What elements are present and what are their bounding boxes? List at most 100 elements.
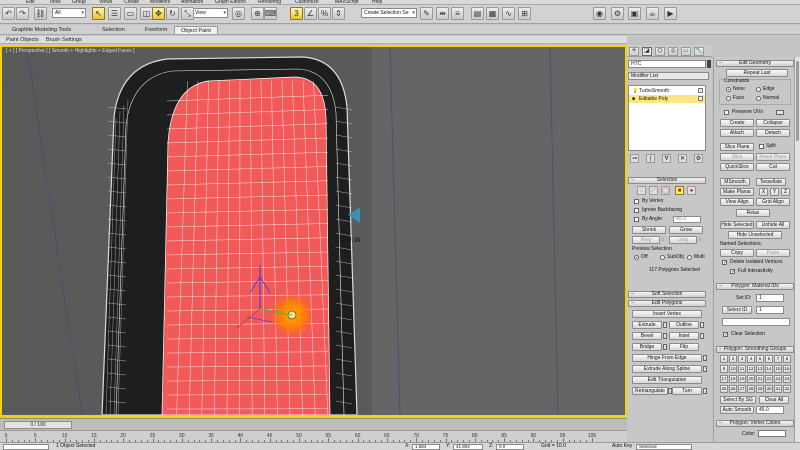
y-coordinate-field[interactable]: 41.804 (453, 444, 483, 450)
select-by-name-icon[interactable]: ☰ (108, 7, 121, 20)
soft-selection-rollout-header[interactable]: − Soft Selection (628, 291, 706, 298)
render-iterative-icon[interactable]: ▶ (664, 7, 677, 20)
curve-editor-icon[interactable]: ∿ (502, 7, 515, 20)
stack-item-1[interactable]: ■ Editable Poly (629, 95, 705, 103)
smoothing-group-10[interactable]: 10 (729, 365, 737, 373)
planar-z-button[interactable]: Z (781, 188, 790, 196)
snaps-toggle-icon[interactable]: 3 (290, 7, 303, 20)
collapse-icon[interactable]: − (719, 61, 722, 66)
hide-unselected-button[interactable]: Hide Unselected (728, 231, 782, 239)
attach-button[interactable]: Attach (720, 129, 754, 137)
constraint-normal-radio[interactable] (756, 96, 761, 101)
quickslice-button[interactable]: QuickSlice (720, 163, 754, 171)
smoothing-group-20[interactable]: 20 (747, 375, 755, 383)
edit-triangulation-button[interactable]: Edit Triangulation (632, 376, 702, 384)
rendered-frame-icon[interactable]: ▣ (628, 7, 641, 20)
settings-icon[interactable] (663, 322, 667, 328)
select-object-icon[interactable]: ↖ (92, 7, 105, 20)
preview-off-radio[interactable] (634, 255, 639, 260)
preview-subobj-radio[interactable] (660, 255, 665, 260)
cut-button[interactable]: Cut (756, 163, 790, 171)
by-vertex-checkbox[interactable] (634, 199, 639, 204)
angle-snap-icon[interactable]: ∠ (304, 7, 317, 20)
by-angle-checkbox[interactable] (634, 217, 639, 222)
smoothing-group-16[interactable]: 16 (783, 365, 791, 373)
time-slider-bar[interactable]: 0 / 100 (0, 418, 627, 430)
smoothing-group-2[interactable]: 2 (729, 355, 737, 363)
display-tab-icon[interactable]: ▭ (681, 47, 691, 56)
collapse-icon[interactable]: − (631, 292, 634, 297)
time-slider[interactable]: 0 / 100 (4, 421, 72, 429)
smoothing-group-12[interactable]: 12 (747, 365, 755, 373)
keyboard-shortcut-icon[interactable]: ⌨ (264, 7, 277, 20)
repeat-last-button[interactable]: Repeat Last (726, 69, 788, 77)
material-name-dropdown[interactable] (722, 318, 790, 326)
insert-vertex-button[interactable]: Insert Vertex (632, 310, 702, 318)
show-end-result-icon[interactable]: | (646, 154, 655, 163)
preserve-uvs-checkbox[interactable] (724, 110, 729, 115)
clear-all-button[interactable]: Clear All (759, 396, 789, 404)
select-id-spinner[interactable]: 1 (756, 306, 784, 314)
render-setup-icon[interactable]: ⚙ (611, 7, 624, 20)
expand-icon[interactable] (698, 88, 703, 93)
auto-smooth-button[interactable]: Auto Smooth (720, 406, 754, 414)
create-button[interactable]: Create (720, 119, 754, 127)
smoothing-group-13[interactable]: 13 (756, 365, 764, 373)
move-icon[interactable]: ✥ (152, 7, 165, 20)
render-production-icon[interactable]: ☕ (646, 7, 659, 20)
delete-isolated-checkbox[interactable]: ✓ (722, 260, 727, 266)
collapse-icon[interactable]: − (719, 284, 722, 289)
smoothing-group-32[interactable]: 32 (783, 385, 791, 393)
selection-rollout-header[interactable]: − Selection (628, 177, 706, 184)
smoothing-group-21[interactable]: 21 (756, 375, 764, 383)
smoothing-group-26[interactable]: 26 (729, 385, 737, 393)
command-panel-scrollbar[interactable] (794, 57, 800, 442)
settings-icon[interactable] (703, 388, 707, 394)
preview-multi-radio[interactable] (687, 255, 692, 260)
smoothing-group-31[interactable]: 31 (774, 385, 782, 393)
settings-icon[interactable] (700, 322, 704, 328)
constraint-edge-radio[interactable] (756, 87, 761, 92)
vertex-icon[interactable]: ∴ (637, 186, 646, 195)
smoothing-group-11[interactable]: 11 (738, 365, 746, 373)
pivot-center-icon[interactable]: ◎ (232, 7, 245, 20)
x-coordinate-field[interactable]: 1.584 (412, 444, 440, 450)
grow-button[interactable]: Grow (669, 226, 703, 234)
spinner-snap-icon[interactable]: ⇕ (332, 7, 345, 20)
planar-x-button[interactable]: X (759, 188, 768, 196)
expand-icon[interactable] (698, 96, 703, 101)
ribbon-subtab-1[interactable]: Brush Settings (46, 36, 82, 44)
angle-spinner[interactable]: 45.0 (673, 216, 701, 223)
ribbon-tab-0[interactable]: Graphite Modeling Tools (6, 26, 77, 34)
smoothing-group-23[interactable]: 23 (774, 375, 782, 383)
undo-icon[interactable]: ↶ (2, 7, 15, 20)
full-interactivity-checkbox[interactable]: ✓ (730, 269, 735, 275)
collapse-icon[interactable]: − (719, 347, 722, 352)
modifier-toggle-icon[interactable]: 💡 (632, 88, 638, 94)
motion-tab-icon[interactable]: ◎ (668, 47, 678, 56)
tessellate-button[interactable]: Tessellate (756, 178, 786, 186)
schematic-view-icon[interactable]: ⊞ (518, 7, 531, 20)
grid-align-button[interactable]: Grid Align (756, 198, 790, 206)
smoothing-group-28[interactable]: 28 (747, 385, 755, 393)
named-selection-set-field[interactable]: Create Selection Se (361, 8, 417, 18)
smoothing-group-30[interactable]: 30 (765, 385, 773, 393)
smoothing-group-29[interactable]: 29 (756, 385, 764, 393)
outline-button[interactable]: Outline (669, 321, 699, 329)
z-coordinate-field[interactable]: 0.0 (496, 444, 524, 450)
modifier-list-dropdown[interactable]: Modifier List (628, 72, 709, 80)
smoothing-group-6[interactable]: 6 (765, 355, 773, 363)
auto-key-mode-dropdown[interactable]: Selected (636, 444, 692, 450)
track-bar[interactable]: 0 5 10 15 20 25 30 35 40 45 50 55 60 65 70 75 80 85 90 95 10… (0, 430, 627, 442)
smoothing-group-15[interactable]: 15 (774, 365, 782, 373)
edit-geometry-rollout-header[interactable]: − Edit Geometry (716, 60, 794, 67)
align-icon[interactable]: ≡ (451, 7, 464, 20)
layer-manager-icon[interactable]: ▤ (471, 7, 484, 20)
configure-sets-icon[interactable]: ⚙ (694, 154, 703, 163)
ribbon-tab-1[interactable]: Selection (96, 26, 131, 34)
loop-spinner-icon[interactable]: ⇕ (698, 237, 702, 243)
mirror-icon[interactable]: ⇹ (436, 7, 449, 20)
polygon-icon[interactable]: ■ (675, 186, 684, 195)
planar-y-button[interactable]: Y (770, 188, 779, 196)
rotate-icon[interactable]: ↻ (166, 7, 179, 20)
